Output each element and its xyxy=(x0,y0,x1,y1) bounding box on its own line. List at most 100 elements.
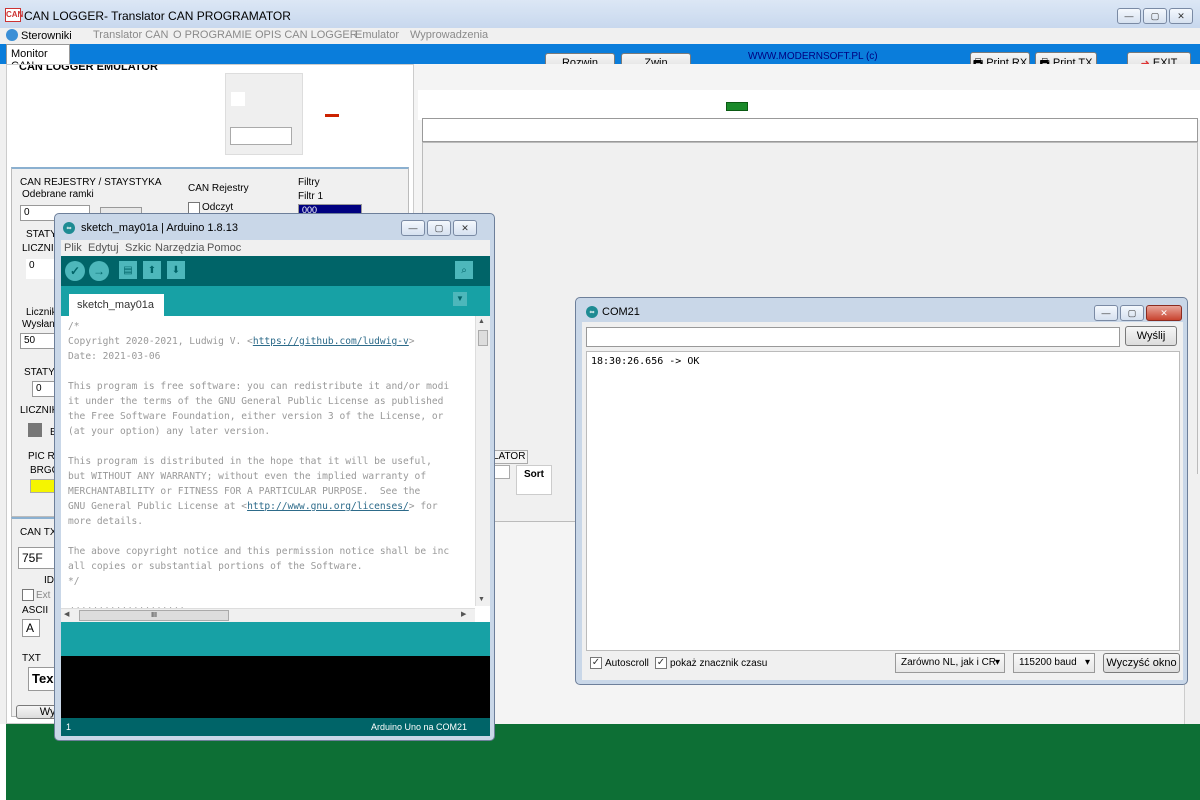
minimize-icon[interactable]: — xyxy=(1117,8,1141,24)
arduino-title: sketch_may01a | Arduino 1.8.13 xyxy=(81,222,238,234)
sort-handle[interactable] xyxy=(494,465,510,479)
tab-emulator[interactable]: LATOR xyxy=(492,450,528,464)
arduino-toolbar: ✓ → ▤ ⬆ ⬇ ⌕ xyxy=(61,256,490,286)
scroll-down-icon[interactable]: ▼ xyxy=(478,596,485,603)
code-line: it under the terms of the GNU General Pu… xyxy=(68,396,444,407)
code-line: /* xyxy=(68,321,80,332)
autoscroll-checkbox[interactable]: ✓ xyxy=(590,657,602,669)
serial-monitor-icon[interactable]: ⌕ xyxy=(455,261,473,279)
minimize-icon[interactable]: — xyxy=(1094,305,1118,321)
close-icon[interactable]: ✕ xyxy=(453,220,477,236)
emulator-header: CAN LOGGER EMULATOR xyxy=(19,65,158,73)
status-indicator-green xyxy=(726,102,748,111)
timestamp-label: pokaż znacznik czasu xyxy=(670,658,768,669)
tab-monitor-can[interactable]: Monitor CAN xyxy=(6,44,70,72)
menu-emulator[interactable]: Emulator xyxy=(355,29,399,41)
chevron-down-icon: ▾ xyxy=(1084,657,1090,668)
menu-szkic[interactable]: Szkic xyxy=(125,242,151,254)
status-indicator-red xyxy=(325,114,339,117)
code-line: MERCHANTABILITY or FITNESS FOR A PARTICU… xyxy=(68,486,421,497)
clear-output-button[interactable]: Wyczyść okno xyxy=(1103,653,1180,673)
minimize-icon[interactable]: — xyxy=(401,220,425,236)
menu-narzedzia[interactable]: Narzędzia xyxy=(155,242,205,254)
menu-pomoc[interactable]: Pomoc xyxy=(207,242,241,254)
code-line: GNU General Public License at < xyxy=(68,501,248,512)
line-ending-select[interactable]: Zarówno NL, jak i CR ▾ xyxy=(895,653,1005,673)
maximize-icon[interactable]: ▢ xyxy=(1120,305,1144,321)
github-link[interactable]: https://github.com/ludwig-v xyxy=(253,336,409,347)
close-icon[interactable]: ✕ xyxy=(1146,305,1182,321)
gnu-license-link[interactable]: http://www.gnu.org/licenses/ xyxy=(247,501,409,512)
baud-value: 115200 baud xyxy=(1019,657,1077,668)
arduino-console xyxy=(61,656,490,718)
board-port-label: Arduino Uno na COM21 xyxy=(371,722,468,732)
open-icon[interactable]: ⬆ xyxy=(143,261,161,279)
arduino-ide-window: ∞ sketch_may01a | Arduino 1.8.13 — ▢ ✕ P… xyxy=(54,213,495,741)
serial-window-controls: — ▢ ✕ xyxy=(1094,305,1182,321)
baud-select[interactable]: 115200 baud ▾ xyxy=(1013,653,1095,673)
new-sketch-icon[interactable]: ▤ xyxy=(119,261,137,279)
code-line: the Free Software Foundation, either ver… xyxy=(68,411,444,422)
menu-wyprowadzenia[interactable]: Wyprowadzenia xyxy=(410,29,488,41)
code-editor[interactable]: /* Copyright 2020-2021, Ludwig V. <https… xyxy=(61,316,490,622)
autoscroll-label: Autoscroll xyxy=(605,658,649,669)
editor-vscroll-thumb[interactable] xyxy=(478,330,488,346)
can-tx-label: CAN TX xyxy=(20,527,57,538)
menu-plik[interactable]: Plik xyxy=(64,242,82,254)
scroll-right-icon[interactable]: ▶ xyxy=(461,610,466,618)
statys2-field[interactable]: 0 xyxy=(32,381,56,397)
editor-vertical-scrollbar[interactable]: ▲ ▼ xyxy=(475,316,490,606)
app-title: CAN LOGGER- Translator CAN PROGRAMATOR xyxy=(24,9,291,23)
preview-square xyxy=(231,92,245,106)
code-text: /* Copyright 2020-2021, Ludwig V. <https… xyxy=(68,319,476,619)
menu-opis-can-logger[interactable]: OPIS CAN LOGGER xyxy=(255,29,358,41)
preview-field[interactable] xyxy=(230,127,292,145)
send-button[interactable]: Wyślij xyxy=(1125,326,1177,346)
app-menu-bar: Sterowniki Translator CAN O PROGRAMIE OP… xyxy=(0,28,1200,44)
gear-icon xyxy=(6,29,18,41)
licznik2-label: LICZNIK xyxy=(20,405,59,416)
odczyt-label: Odczyt xyxy=(202,202,234,213)
received-frames-label: Odebrane ramki xyxy=(22,189,94,200)
serial-send-input[interactable] xyxy=(586,327,1120,347)
arduino-menu-bar: Plik Edytuj Szkic Narzędzia Pomoc xyxy=(61,240,490,256)
code-line: (at your option) any later version. xyxy=(68,426,271,437)
arduino-status-bar xyxy=(61,622,490,656)
editor-hscroll-thumb[interactable]: III xyxy=(79,610,229,621)
filtry-label: Filtry xyxy=(298,177,320,188)
serial-monitor-body: Wyślij 18:30:26.656 -> OK ✓ Autoscroll ✓… xyxy=(582,322,1183,680)
maximize-icon[interactable]: ▢ xyxy=(427,220,451,236)
line-ending-value: Zarówno NL, jak i CR xyxy=(901,657,997,668)
preview-box xyxy=(225,73,303,155)
serial-monitor-title: COM21 xyxy=(602,306,640,318)
close-icon[interactable]: ✕ xyxy=(1169,8,1193,24)
upload-icon[interactable]: → xyxy=(89,261,109,281)
sort-label: Sort xyxy=(524,469,544,480)
scroll-up-icon[interactable]: ▲ xyxy=(478,318,485,325)
tab-menu-chevron-down-icon[interactable]: ▼ xyxy=(453,292,467,306)
ext-checkbox[interactable] xyxy=(22,589,34,601)
bottom-edge xyxy=(0,724,6,800)
serial-monitor-window: ∞ COM21 — ▢ ✕ Wyślij 18:30:26.656 -> OK … xyxy=(575,297,1188,685)
ext-label: Ext xyxy=(36,590,51,601)
data-header-strip xyxy=(422,118,1198,142)
code-line: Copyright 2020-2021, Ludwig V. < xyxy=(68,336,253,347)
menu-translator-can[interactable]: Translator CAN xyxy=(93,29,168,41)
timestamp-checkbox[interactable]: ✓ xyxy=(655,657,667,669)
save-icon[interactable]: ⬇ xyxy=(167,261,185,279)
scroll-left-icon[interactable]: ◀ xyxy=(64,610,69,618)
editor-horizontal-scrollbar[interactable]: ◀ III ▶ xyxy=(61,608,475,622)
code-line: but WITHOUT ANY WARRANTY; without even t… xyxy=(68,471,427,482)
ascii-a-field[interactable]: A xyxy=(22,619,40,637)
maximize-icon[interactable]: ▢ xyxy=(1143,8,1167,24)
menu-edytuj[interactable]: Edytuj xyxy=(88,242,119,254)
top-strip xyxy=(418,90,1200,120)
verify-icon[interactable]: ✓ xyxy=(65,261,85,281)
menu-o-programie[interactable]: O PROGRAMIE xyxy=(173,29,252,41)
ascii-label: ASCII xyxy=(22,605,49,616)
sort-column[interactable]: Sort xyxy=(516,465,552,495)
menu-sterowniki[interactable]: Sterowniki xyxy=(6,29,72,42)
tab-sketch[interactable]: sketch_may01a xyxy=(69,294,164,316)
app-window-controls: — ▢ ✕ xyxy=(1117,8,1193,24)
code-line: */ xyxy=(68,576,80,587)
